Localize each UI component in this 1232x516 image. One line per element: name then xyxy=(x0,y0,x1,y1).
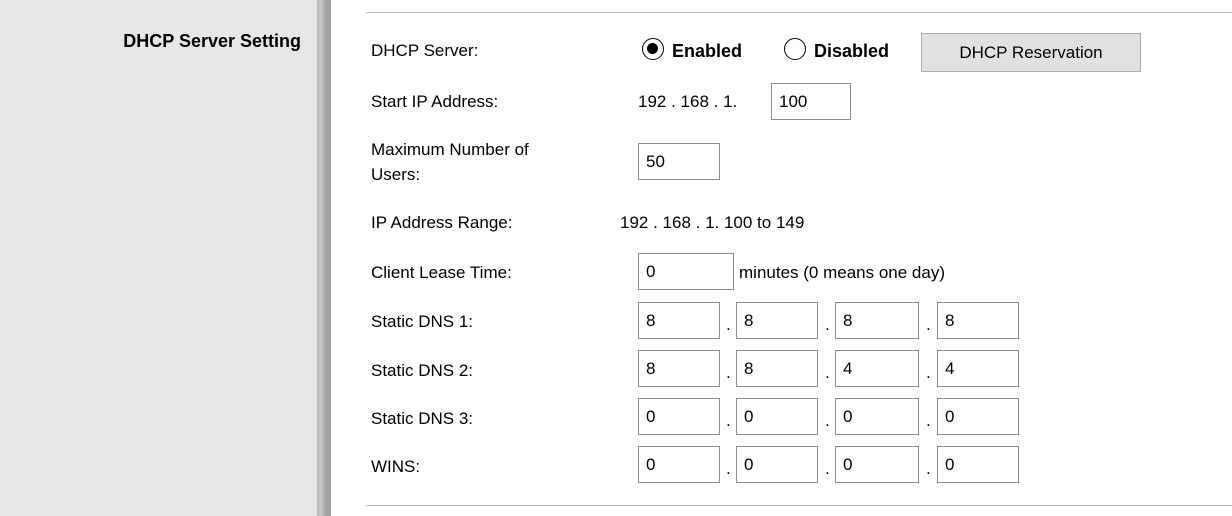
dhcp-enabled-label: Enabled xyxy=(672,41,743,61)
dhcp-server-label: DHCP Server: xyxy=(371,41,479,60)
ip-range-label: IP Address Range: xyxy=(371,213,513,232)
dns1-label: Static DNS 1: xyxy=(371,312,474,331)
dns2-octet-4-input[interactable]: 4 xyxy=(937,350,1019,387)
octet-separator: . xyxy=(825,363,830,382)
bottom-divider xyxy=(366,505,1232,506)
octet-separator: . xyxy=(825,411,830,430)
octet-separator: . xyxy=(926,411,931,430)
octet-separator: . xyxy=(825,315,830,334)
wins-octet-3-input[interactable]: 0 xyxy=(835,446,919,483)
octet-separator: . xyxy=(825,459,830,478)
dns1-octet-4-input[interactable]: 8 xyxy=(937,302,1019,339)
left-panel: DHCP Server Setting xyxy=(0,0,317,516)
dns3-octet-4-input[interactable]: 0 xyxy=(937,398,1019,435)
lease-time-suffix: minutes (0 means one day) xyxy=(739,263,945,282)
wins-octet-2-input[interactable]: 0 xyxy=(736,446,818,483)
dhcp-reservation-button[interactable]: DHCP Reservation xyxy=(921,33,1141,72)
start-ip-label: Start IP Address: xyxy=(371,92,499,111)
start-ip-prefix: 192 . 168 . 1. xyxy=(638,92,738,111)
lease-time-input[interactable]: 0 xyxy=(638,253,734,290)
max-users-label-line1: Maximum Number of xyxy=(371,140,529,159)
octet-separator: . xyxy=(726,363,731,382)
octet-separator: . xyxy=(726,411,731,430)
section-title: DHCP Server Setting xyxy=(123,31,301,51)
lease-time-label: Client Lease Time: xyxy=(371,263,512,282)
wins-label: WINS: xyxy=(371,457,421,476)
octet-separator: . xyxy=(926,315,931,334)
panel-divider xyxy=(317,0,331,516)
dns1-octet-2-input[interactable]: 8 xyxy=(736,302,818,339)
max-users-input[interactable]: 50 xyxy=(638,143,720,180)
top-divider xyxy=(366,12,1232,13)
dns3-octet-3-input[interactable]: 0 xyxy=(835,398,919,435)
dns3-octet-1-input[interactable]: 0 xyxy=(638,398,720,435)
wins-octet-1-input[interactable]: 0 xyxy=(638,446,720,483)
octet-separator: . xyxy=(726,315,731,334)
dns1-octet-1-input[interactable]: 8 xyxy=(638,302,720,339)
ip-range-value: 192 . 168 . 1. 100 to 149 xyxy=(620,213,805,232)
dhcp-disabled-radio[interactable] xyxy=(784,38,806,60)
dns2-octet-1-input[interactable]: 8 xyxy=(638,350,720,387)
dhcp-disabled-label: Disabled xyxy=(814,41,890,61)
wins-octet-4-input[interactable]: 0 xyxy=(937,446,1019,483)
octet-separator: . xyxy=(726,459,731,478)
max-users-label-line2: Users: xyxy=(371,165,421,184)
start-ip-last-octet-input[interactable]: 100 xyxy=(771,83,851,120)
octet-separator: . xyxy=(926,363,931,382)
dhcp-enabled-radio[interactable] xyxy=(642,38,664,60)
dns2-octet-2-input[interactable]: 8 xyxy=(736,350,818,387)
dns2-label: Static DNS 2: xyxy=(371,361,474,380)
dns2-octet-3-input[interactable]: 4 xyxy=(835,350,919,387)
dns3-octet-2-input[interactable]: 0 xyxy=(736,398,818,435)
dns1-octet-3-input[interactable]: 8 xyxy=(835,302,919,339)
dns3-label: Static DNS 3: xyxy=(371,409,474,428)
octet-separator: . xyxy=(926,459,931,478)
